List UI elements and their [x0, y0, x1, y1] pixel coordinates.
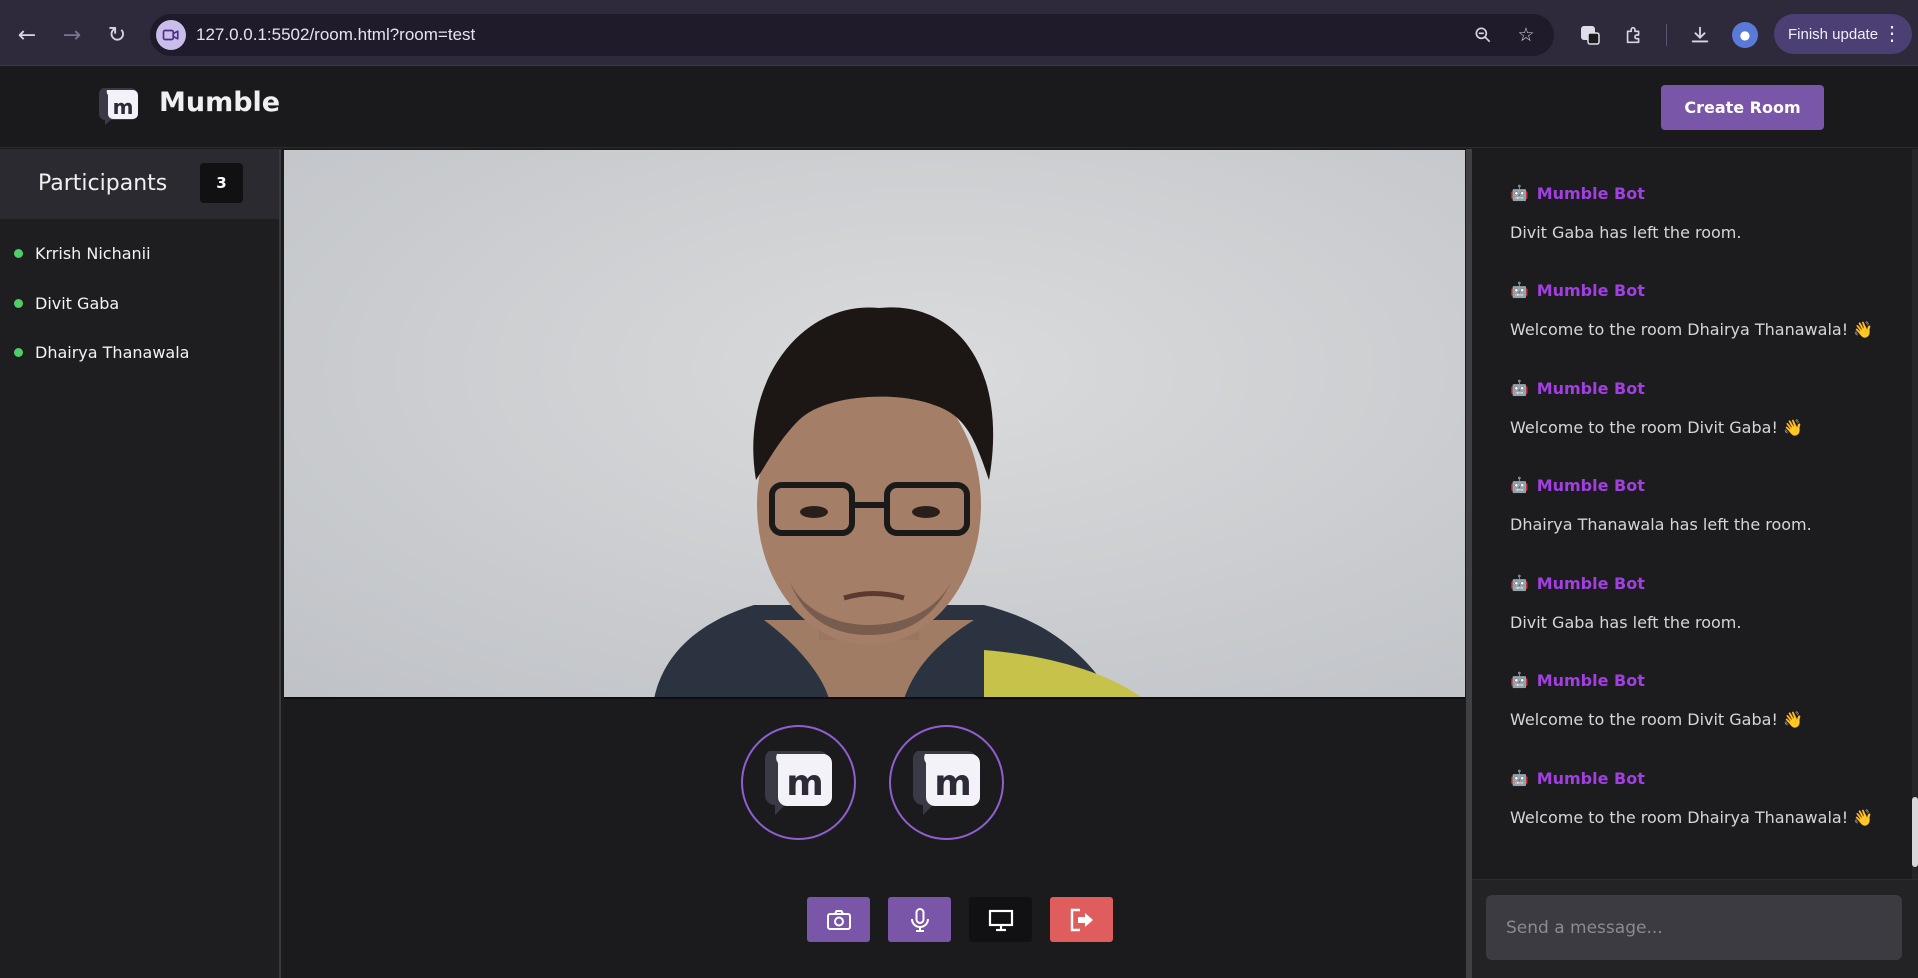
participant-name: Dhairya Thanawala — [35, 342, 190, 362]
participant-name: Divit Gaba — [35, 293, 120, 313]
chat-scrollbar-thumb[interactable] — [1912, 797, 1918, 867]
mumble-avatar-icon: m — [912, 750, 980, 815]
back-icon[interactable]: ← — [10, 18, 44, 52]
online-status-dot — [14, 248, 23, 258]
participant-name: Krrish Nichanii — [35, 243, 151, 263]
chat-message: 🤖 Mumble Bot Dhairya Thanawala has left t… — [1510, 474, 1890, 535]
chat-message: 🤖 Mumble Bot Divit Gaba has left the room… — [1510, 572, 1890, 633]
message-author: Mumble Bot — [1536, 475, 1645, 495]
app-header: m Mumble Create Room — [0, 67, 1918, 148]
screen-share-icon — [988, 909, 1013, 931]
participants-count-badge: 3 — [200, 163, 243, 203]
participant-tile-avatar[interactable]: m — [741, 725, 856, 840]
chat-message: 🤖 Mumble Bot Welcome to the room Divit Ga… — [1510, 669, 1890, 730]
participant-item: Divit Gaba — [14, 291, 119, 315]
site-camera-icon[interactable] — [156, 20, 186, 50]
message-author: Mumble Bot — [1536, 183, 1645, 203]
participants-header: Participants 3 — [0, 149, 279, 219]
participants-title: Participants — [38, 171, 168, 196]
message-author: Mumble Bot — [1536, 768, 1645, 788]
message-text: Welcome to the room Divit Gaba! 👋 — [1510, 710, 1803, 729]
chat-input-area — [1472, 879, 1918, 978]
chat-panel: 🤖 Mumble Bot Divit Gaba has left the room… — [1472, 149, 1918, 978]
microphone-toggle-button[interactable] — [888, 897, 951, 942]
message-text: Divit Gaba has left the room. — [1510, 613, 1742, 632]
camera-icon — [826, 909, 851, 930]
bot-icon: 🤖 — [1510, 574, 1529, 592]
screen-share-button[interactable] — [969, 897, 1032, 942]
browser-toolbar: ← → ↻ 127.0.0.1:5502/room.html?room=test… — [0, 0, 1918, 66]
kebab-menu-icon[interactable]: ⋮ — [1882, 21, 1902, 46]
url-text[interactable]: 127.0.0.1:5502/room.html?room=test — [196, 25, 475, 45]
message-text: Welcome to the room Dhairya Thanawala! 👋 — [1510, 320, 1874, 339]
online-status-dot — [14, 347, 23, 357]
message-text: Welcome to the room Dhairya Thanawala! 👋 — [1510, 808, 1874, 827]
bot-icon: 🤖 — [1510, 671, 1529, 689]
message-text: Divit Gaba has left the room. — [1510, 223, 1742, 242]
finish-update-button[interactable]: Finish update ⋮ — [1774, 14, 1912, 54]
finish-update-label: Finish update — [1788, 25, 1879, 43]
brand-name[interactable]: Mumble — [159, 87, 280, 118]
chat-message: 🤖 Mumble Bot Divit Gaba has left the room… — [1510, 182, 1890, 243]
extensions-puzzle-icon[interactable] — [1617, 18, 1651, 52]
chat-scrollbar[interactable] — [1912, 149, 1918, 879]
address-bar[interactable]: 127.0.0.1:5502/room.html?room=test ☆ — [150, 14, 1554, 56]
svg-text:m: m — [113, 95, 134, 119]
main-video-feed[interactable] — [284, 150, 1465, 699]
chat-message: 🤖 Mumble Bot Welcome to the room Dhairya … — [1510, 279, 1890, 340]
bot-icon: 🤖 — [1510, 476, 1529, 494]
leave-icon — [1070, 908, 1093, 931]
mumble-logo-icon: m — [98, 88, 138, 125]
reload-icon[interactable]: ↻ — [100, 18, 134, 52]
forward-icon[interactable]: → — [55, 18, 89, 52]
zoom-icon[interactable] — [1470, 22, 1496, 48]
bot-icon: 🤖 — [1510, 184, 1529, 202]
toolbar-divider — [1666, 24, 1667, 46]
camera-toggle-button[interactable] — [807, 897, 870, 942]
microphone-icon — [910, 907, 929, 932]
chat-message: 🤖 Mumble Bot Welcome to the room Dhairya … — [1510, 767, 1890, 828]
message-author: Mumble Bot — [1536, 670, 1645, 690]
video-stage: m m — [283, 149, 1466, 978]
bookmark-star-icon[interactable]: ☆ — [1513, 22, 1539, 48]
webcam-person-image — [284, 150, 1465, 697]
leave-room-button[interactable] — [1050, 897, 1113, 942]
message-author: Mumble Bot — [1536, 280, 1645, 300]
profile-avatar-icon[interactable]: ● — [1732, 22, 1758, 48]
online-status-dot — [14, 298, 23, 308]
chat-message-input[interactable] — [1486, 895, 1902, 960]
participant-tile-avatar[interactable]: m — [889, 725, 1004, 840]
participants-panel: Participants 3 Krrish Nichanii Divit Gab… — [0, 149, 281, 978]
bot-icon: 🤖 — [1510, 769, 1529, 787]
participant-item: Dhairya Thanawala — [14, 340, 189, 364]
create-room-button[interactable]: Create Room — [1661, 85, 1824, 130]
participant-item: Krrish Nichanii — [14, 241, 151, 265]
downloads-icon[interactable] — [1683, 18, 1717, 52]
message-text: Dhairya Thanawala has left the room. — [1510, 515, 1812, 534]
svg-text:m: m — [786, 763, 824, 804]
bot-icon: 🤖 — [1510, 281, 1529, 299]
svg-text:m: m — [934, 763, 972, 804]
message-text: Welcome to the room Divit Gaba! 👋 — [1510, 418, 1803, 437]
extension-badge-icon[interactable] — [1573, 18, 1607, 52]
bot-icon: 🤖 — [1510, 379, 1529, 397]
message-author: Mumble Bot — [1536, 573, 1645, 593]
message-author: Mumble Bot — [1536, 378, 1645, 398]
mumble-avatar-icon: m — [764, 750, 832, 815]
chat-message: 🤖 Mumble Bot Welcome to the room Divit Ga… — [1510, 377, 1890, 438]
